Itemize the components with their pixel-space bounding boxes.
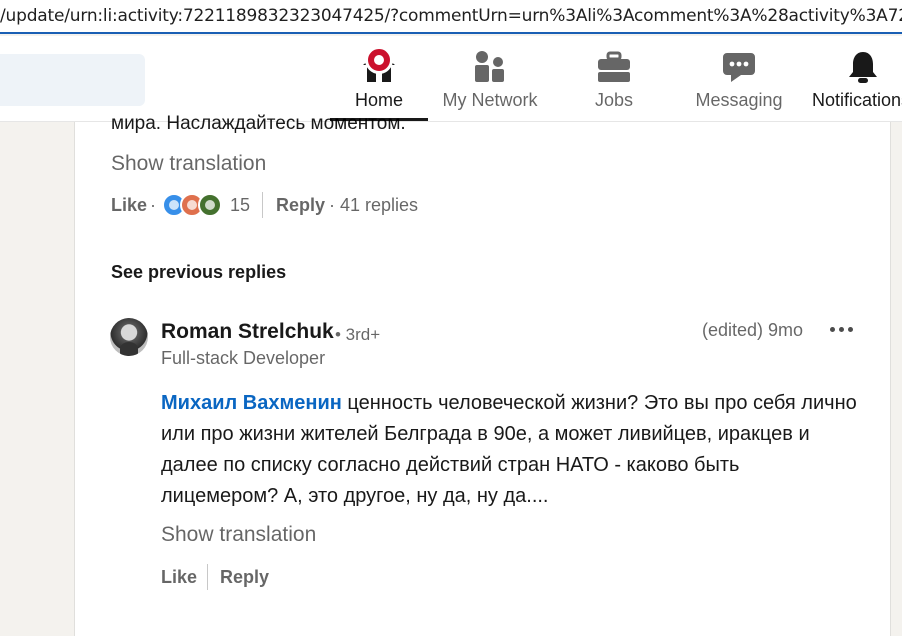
briefcase-icon <box>598 51 630 82</box>
reply-like-button[interactable]: Like <box>161 567 197 588</box>
author-name[interactable]: Roman Strelchuk <box>161 320 334 344</box>
more-options-button[interactable] <box>828 318 854 340</box>
parent-reply-button[interactable]: Reply <box>276 195 325 216</box>
nav-my-network-label: My Network <box>442 90 538 110</box>
global-nav: Home My Network Jobs Messaging Notificat… <box>0 36 902 122</box>
nav-messaging-label: Messaging <box>695 90 783 110</box>
connection-degree: • 3rd+ <box>335 325 381 344</box>
nav-messaging[interactable]: Messaging <box>690 36 788 122</box>
browser-url-bar[interactable]: /update/urn:li:activity:7221189832323047… <box>0 0 902 34</box>
replies-count[interactable]: · 41 replies <box>329 195 418 216</box>
reply-show-translation-button[interactable]: Show translation <box>161 523 316 547</box>
reply-reply-button[interactable]: Reply <box>220 567 269 588</box>
nav-jobs-label: Jobs <box>594 90 634 110</box>
parent-show-translation-button[interactable]: Show translation <box>111 152 266 176</box>
avatar[interactable] <box>110 318 148 356</box>
notification-badge <box>365 46 393 74</box>
mention-link[interactable]: Михаил Вахменин <box>161 392 342 414</box>
nav-notifications-label: Notifications <box>812 90 902 110</box>
nav-notifications[interactable]: Notifications <box>806 36 902 122</box>
action-divider <box>262 192 263 218</box>
action-divider <box>207 564 208 590</box>
nav-home-label: Home <box>354 90 403 110</box>
bell-icon <box>849 52 877 83</box>
see-previous-replies-button[interactable]: See previous replies <box>111 262 286 283</box>
reactions-summary[interactable] <box>162 193 224 219</box>
comment-timestamp: (edited) 9mo <box>702 320 804 340</box>
dot-icon <box>839 327 844 332</box>
people-icon <box>475 51 504 82</box>
nav-jobs[interactable]: Jobs <box>568 36 660 122</box>
reaction-count[interactable]: 15 <box>230 195 250 216</box>
funny-reaction-icon <box>198 193 222 217</box>
parent-like-button[interactable]: Like <box>111 195 147 216</box>
author-headline: Full-stack Developer <box>161 348 326 368</box>
nav-my-network[interactable]: My Network <box>436 36 544 122</box>
dot-icon <box>848 327 853 332</box>
dot-icon <box>830 327 835 332</box>
parent-comment-text: мира. Наслаждайтесь моментом. <box>111 113 406 134</box>
separator-dot: · <box>150 195 156 215</box>
message-icon <box>723 53 755 82</box>
url-text[interactable]: /update/urn:li:activity:7221189832323047… <box>0 5 902 26</box>
nav-home[interactable]: Home <box>330 36 428 121</box>
reply-comment-text: Михаил Вахменин ценность человеческой жи… <box>161 388 861 512</box>
search-input[interactable] <box>0 54 145 106</box>
